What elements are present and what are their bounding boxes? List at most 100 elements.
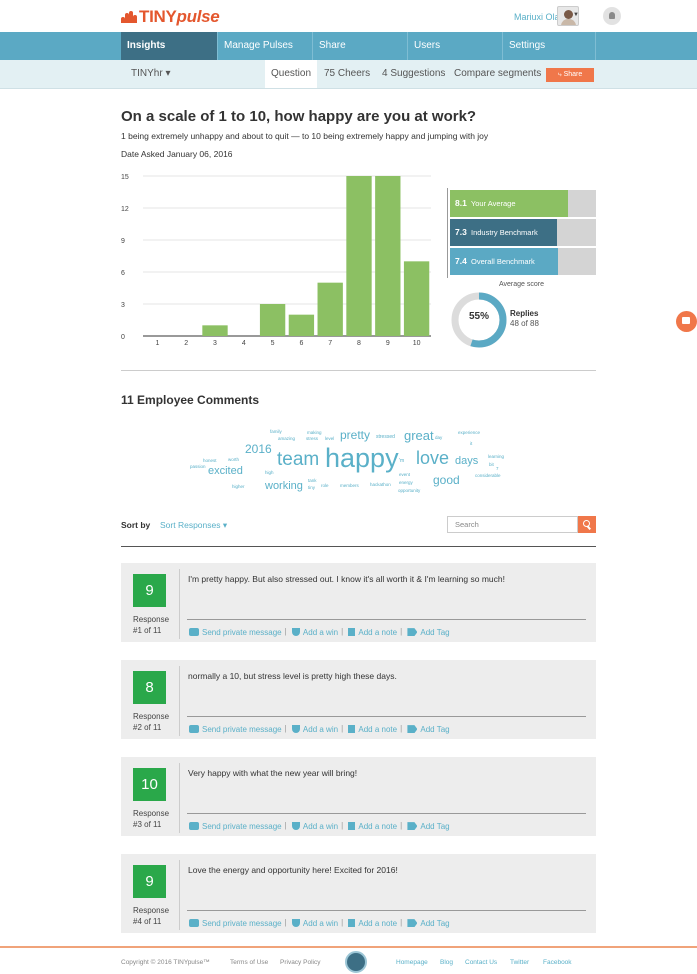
chevron-down-icon: ▾ [222, 520, 228, 530]
add-note-button[interactable]: Add a note [348, 627, 397, 637]
question-date: Date Asked January 06, 2016 [121, 149, 233, 159]
cloud-word[interactable]: energy [399, 480, 413, 486]
response-score: 9 [133, 574, 166, 607]
add-win-button[interactable]: Add a win [291, 821, 338, 831]
add-win-button[interactable]: Add a win [291, 918, 338, 928]
tab-users[interactable]: Users [408, 32, 503, 60]
response-score: 10 [133, 768, 166, 801]
cloud-word[interactable]: members [340, 483, 359, 489]
tab-share[interactable]: Share [313, 32, 408, 60]
add-win-button[interactable]: Add a win [291, 627, 338, 637]
cloud-word[interactable]: love [416, 449, 449, 467]
tab-manage-pulses[interactable]: Manage Pulses [218, 32, 313, 60]
logo-icon [121, 11, 137, 23]
subtab-compare-segments[interactable]: Compare segments [454, 60, 541, 88]
x-tick-label: 4 [242, 340, 246, 347]
add-note-button[interactable]: Add a note [348, 724, 397, 734]
tab-settings[interactable]: Settings [503, 32, 596, 60]
cloud-word[interactable]: considerable [475, 473, 501, 479]
cloud-word[interactable]: high [265, 470, 274, 476]
subtab-cheers[interactable]: 75 Cheers [324, 60, 370, 88]
bar [375, 176, 401, 336]
x-tick-label: 10 [413, 340, 421, 347]
replies-count: 48 of 88 [510, 319, 539, 328]
subtab-question[interactable]: Question [265, 60, 318, 88]
note-icon [348, 919, 356, 928]
cloud-word[interactable]: tank [308, 478, 317, 484]
search-input[interactable]: Search [447, 516, 578, 533]
cloud-word[interactable]: happy [325, 445, 399, 472]
cloud-word[interactable]: event [399, 472, 410, 478]
x-tick-label: 9 [386, 340, 390, 347]
x-tick-label: 1 [155, 340, 159, 347]
cloud-word[interactable]: 2016 [245, 443, 272, 455]
average-score-label: Average score [499, 281, 545, 288]
cloud-word[interactable]: experience [458, 430, 480, 436]
cloud-word[interactable]: amazing [278, 436, 295, 442]
cloud-word[interactable]: it [470, 441, 472, 447]
cloud-word[interactable]: good [433, 474, 460, 486]
cloud-word[interactable]: role [321, 483, 329, 489]
cloud-word[interactable]: hackathon [370, 482, 391, 488]
footer-privacy-link[interactable]: Privacy Policy [280, 959, 320, 966]
add-tag-button[interactable]: Add Tag [407, 918, 450, 928]
footer-contact-link[interactable]: Contact Us [465, 959, 497, 966]
replies-percent: 55% [468, 311, 489, 322]
sort-responses-dropdown[interactable]: Sort Responses ▾ [160, 520, 227, 531]
cloud-word[interactable]: learning [488, 454, 504, 460]
cloud-word[interactable]: great [404, 429, 434, 442]
tab-insights[interactable]: Insights [121, 32, 218, 60]
footer-blog-link[interactable]: Blog [440, 959, 453, 966]
footer-homepage-link[interactable]: Homepage [396, 959, 428, 966]
trophy-icon [291, 725, 300, 734]
send-private-message-button[interactable]: Send private message [189, 724, 282, 734]
add-win-button[interactable]: Add a win [291, 724, 338, 734]
add-tag-button[interactable]: Add Tag [407, 627, 450, 637]
chevron-down-icon[interactable]: ▼ [573, 12, 579, 18]
cloud-word[interactable]: bit [489, 462, 494, 468]
org-selector[interactable]: TINYhr ▾ [131, 60, 170, 88]
share-button[interactable]: ⤷ Share [546, 68, 594, 82]
subtab-suggestions[interactable]: 4 Suggestions [382, 60, 445, 88]
cloud-word[interactable]: stressed [376, 435, 395, 440]
cloud-word[interactable]: higher [232, 484, 245, 490]
cloud-word[interactable]: making [307, 430, 322, 436]
bar [288, 314, 315, 336]
search-icon[interactable] [578, 516, 596, 533]
cloud-word[interactable]: excited [208, 466, 243, 477]
cloud-word[interactable]: working [265, 481, 303, 492]
cloud-word[interactable]: level [325, 436, 334, 442]
cloud-word[interactable]: passion [190, 464, 206, 470]
send-private-message-button[interactable]: Send private message [189, 918, 282, 928]
send-private-message-button[interactable]: Send private message [189, 627, 282, 637]
bell-icon[interactable] [603, 7, 621, 25]
tag-icon [407, 725, 418, 734]
add-note-button[interactable]: Add a note [348, 821, 397, 831]
score-distribution-chart: 036912151 2 3 4 5 6 7 8 9 10 [121, 174, 431, 347]
add-note-button[interactable]: Add a note [348, 918, 397, 928]
cloud-word[interactable]: worth [228, 457, 239, 463]
cloud-word[interactable]: pretty [340, 429, 370, 441]
benchmark-industry: 7.3 Industry Benchmark [450, 219, 596, 246]
cloud-word[interactable]: tiny [308, 485, 315, 491]
add-tag-button[interactable]: Add Tag [407, 821, 450, 831]
cloud-word[interactable]: family [270, 429, 282, 435]
add-tag-button[interactable]: Add Tag [407, 724, 450, 734]
footer-facebook-link[interactable]: Facebook [543, 959, 572, 966]
footer-terms-link[interactable]: Terms of Use [230, 959, 268, 966]
cloud-word[interactable]: opportunity [398, 488, 420, 494]
cloud-word[interactable]: days [455, 456, 478, 467]
send-private-message-button[interactable]: Send private message [189, 821, 282, 831]
benchmark-your-average: 8.1 Your Average [450, 190, 596, 217]
cloud-word[interactable]: day [435, 435, 442, 441]
tinypulse-logo[interactable]: TINYpulse [121, 7, 220, 27]
cloud-word[interactable]: 'm [399, 459, 404, 464]
response-text: Very happy with what the new year will b… [188, 768, 358, 778]
cloud-word[interactable]: honest [203, 458, 217, 464]
cloud-word[interactable]: team [277, 450, 319, 469]
cloud-word[interactable]: stress [306, 436, 318, 442]
note-icon [348, 822, 356, 831]
cloud-word[interactable]: 7 [496, 466, 499, 472]
chat-icon[interactable] [676, 311, 697, 332]
footer-twitter-link[interactable]: Twitter [510, 959, 529, 966]
